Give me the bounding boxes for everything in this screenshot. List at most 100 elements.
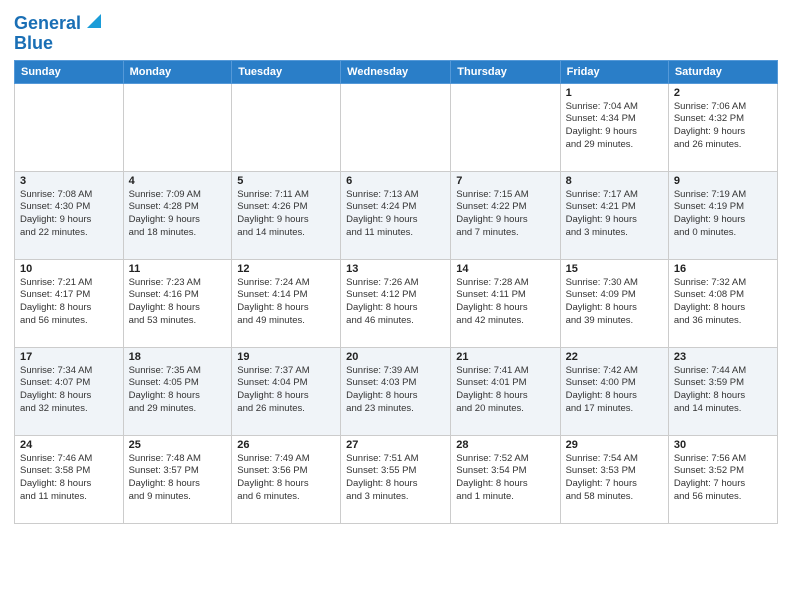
calendar-cell: 1Sunrise: 7:04 AM Sunset: 4:34 PM Daylig… xyxy=(560,83,668,171)
day-number: 27 xyxy=(346,439,445,451)
day-number: 30 xyxy=(674,439,772,451)
calendar-cell xyxy=(232,83,341,171)
day-number: 29 xyxy=(566,439,663,451)
calendar-cell: 21 Sunrise: 7:41 AM Sunset: 4:01 PM Dayli… xyxy=(451,347,560,435)
week-row-3: 10 Sunrise: 7:21 AM Sunset: 4:17 PM Dayli… xyxy=(15,259,778,347)
calendar-cell: 2Sunrise: 7:06 AM Sunset: 4:32 PM Daylig… xyxy=(668,83,777,171)
day-number: 18 xyxy=(129,351,227,363)
day-info: Sunrise: 7:08 AM Sunset: 4:30 PM Dayligh… xyxy=(20,189,118,240)
day-number: 9 xyxy=(674,175,772,187)
weekday-header-monday: Monday xyxy=(123,60,232,83)
day-info: Sunrise: 7:15 AM Sunset: 4:22 PM Dayligh… xyxy=(456,189,554,240)
day-number: 21 xyxy=(456,351,554,363)
calendar-cell: 3 Sunrise: 7:08 AM Sunset: 4:30 PM Daylig… xyxy=(15,171,124,259)
calendar-cell xyxy=(123,83,232,171)
calendar-cell: 25Sunrise: 7:48 AM Sunset: 3:57 PM Dayli… xyxy=(123,435,232,523)
calendar-cell: 27 Sunrise: 7:51 AM Sunset: 3:55 PM Dayli… xyxy=(341,435,451,523)
weekday-header-sunday: Sunday xyxy=(15,60,124,83)
day-number: 24 xyxy=(20,439,118,451)
calendar-cell: 6 Sunrise: 7:13 AM Sunset: 4:24 PM Daylig… xyxy=(341,171,451,259)
calendar-cell: 22 Sunrise: 7:42 AM Sunset: 4:00 PM Dayli… xyxy=(560,347,668,435)
day-info: Sunrise: 7:54 AM Sunset: 3:53 PM Dayligh… xyxy=(566,453,663,504)
day-number: 10 xyxy=(20,263,118,275)
calendar-cell: 13 Sunrise: 7:26 AM Sunset: 4:12 PM Dayli… xyxy=(341,259,451,347)
weekday-header-saturday: Saturday xyxy=(668,60,777,83)
calendar-cell: 16 Sunrise: 7:32 AM Sunset: 4:08 PM Dayli… xyxy=(668,259,777,347)
calendar-cell: 8 Sunrise: 7:17 AM Sunset: 4:21 PM Daylig… xyxy=(560,171,668,259)
calendar-cell: 28Sunrise: 7:52 AM Sunset: 3:54 PM Dayli… xyxy=(451,435,560,523)
day-info: Sunrise: 7:17 AM Sunset: 4:21 PM Dayligh… xyxy=(566,189,663,240)
day-info: Sunrise: 7:26 AM Sunset: 4:12 PM Dayligh… xyxy=(346,277,445,328)
calendar-cell: 5Sunrise: 7:11 AM Sunset: 4:26 PM Daylig… xyxy=(232,171,341,259)
calendar-cell: 14Sunrise: 7:28 AM Sunset: 4:11 PM Dayli… xyxy=(451,259,560,347)
calendar-cell: 19 Sunrise: 7:37 AM Sunset: 4:04 PM Dayli… xyxy=(232,347,341,435)
calendar-cell: 17Sunrise: 7:34 AM Sunset: 4:07 PM Dayli… xyxy=(15,347,124,435)
day-info: Sunrise: 7:30 AM Sunset: 4:09 PM Dayligh… xyxy=(566,277,663,328)
calendar-cell: 30 Sunrise: 7:56 AM Sunset: 3:52 PM Dayli… xyxy=(668,435,777,523)
calendar-cell: 11 Sunrise: 7:23 AM Sunset: 4:16 PM Dayli… xyxy=(123,259,232,347)
day-info: Sunrise: 7:24 AM Sunset: 4:14 PM Dayligh… xyxy=(237,277,335,328)
day-number: 15 xyxy=(566,263,663,275)
day-info: Sunrise: 7:13 AM Sunset: 4:24 PM Dayligh… xyxy=(346,189,445,240)
day-info: Sunrise: 7:19 AM Sunset: 4:19 PM Dayligh… xyxy=(674,189,772,240)
weekday-header-thursday: Thursday xyxy=(451,60,560,83)
day-info: Sunrise: 7:21 AM Sunset: 4:17 PM Dayligh… xyxy=(20,277,118,328)
weekday-header-row: SundayMondayTuesdayWednesdayThursdayFrid… xyxy=(15,60,778,83)
day-info: Sunrise: 7:44 AM Sunset: 3:59 PM Dayligh… xyxy=(674,365,772,416)
day-info: Sunrise: 7:32 AM Sunset: 4:08 PM Dayligh… xyxy=(674,277,772,328)
calendar-cell xyxy=(451,83,560,171)
day-number: 13 xyxy=(346,263,445,275)
day-number: 3 xyxy=(20,175,118,187)
calendar-cell: 15 Sunrise: 7:30 AM Sunset: 4:09 PM Dayli… xyxy=(560,259,668,347)
day-number: 6 xyxy=(346,175,445,187)
calendar-cell: 12Sunrise: 7:24 AM Sunset: 4:14 PM Dayli… xyxy=(232,259,341,347)
calendar-cell: 29 Sunrise: 7:54 AM Sunset: 3:53 PM Dayli… xyxy=(560,435,668,523)
day-info: Sunrise: 7:46 AM Sunset: 3:58 PM Dayligh… xyxy=(20,453,118,504)
calendar-cell: 20 Sunrise: 7:39 AM Sunset: 4:03 PM Dayli… xyxy=(341,347,451,435)
day-number: 25 xyxy=(129,439,227,451)
day-number: 26 xyxy=(237,439,335,451)
calendar-body: 1Sunrise: 7:04 AM Sunset: 4:34 PM Daylig… xyxy=(15,83,778,523)
calendar-cell: 18 Sunrise: 7:35 AM Sunset: 4:05 PM Dayli… xyxy=(123,347,232,435)
logo-icon xyxy=(83,10,105,32)
calendar-cell: 9 Sunrise: 7:19 AM Sunset: 4:19 PM Daylig… xyxy=(668,171,777,259)
day-info: Sunrise: 7:42 AM Sunset: 4:00 PM Dayligh… xyxy=(566,365,663,416)
day-info: Sunrise: 7:39 AM Sunset: 4:03 PM Dayligh… xyxy=(346,365,445,416)
day-number: 19 xyxy=(237,351,335,363)
logo: General Blue xyxy=(14,14,105,54)
calendar-cell xyxy=(341,83,451,171)
weekday-header-friday: Friday xyxy=(560,60,668,83)
day-info: Sunrise: 7:37 AM Sunset: 4:04 PM Dayligh… xyxy=(237,365,335,416)
day-number: 16 xyxy=(674,263,772,275)
calendar-cell: 4Sunrise: 7:09 AM Sunset: 4:28 PM Daylig… xyxy=(123,171,232,259)
day-info: Sunrise: 7:52 AM Sunset: 3:54 PM Dayligh… xyxy=(456,453,554,504)
day-number: 20 xyxy=(346,351,445,363)
page: General Blue SundayMondayTuesdayWednesda… xyxy=(0,0,792,612)
day-number: 14 xyxy=(456,263,554,275)
day-number: 11 xyxy=(129,263,227,275)
day-info: Sunrise: 7:49 AM Sunset: 3:56 PM Dayligh… xyxy=(237,453,335,504)
day-number: 23 xyxy=(674,351,772,363)
day-info: Sunrise: 7:34 AM Sunset: 4:07 PM Dayligh… xyxy=(20,365,118,416)
day-number: 5 xyxy=(237,175,335,187)
calendar-cell: 7 Sunrise: 7:15 AM Sunset: 4:22 PM Daylig… xyxy=(451,171,560,259)
week-row-5: 24 Sunrise: 7:46 AM Sunset: 3:58 PM Dayli… xyxy=(15,435,778,523)
day-info: Sunrise: 7:51 AM Sunset: 3:55 PM Dayligh… xyxy=(346,453,445,504)
logo-text: General xyxy=(14,14,81,34)
logo-text2: Blue xyxy=(14,34,53,54)
day-number: 2 xyxy=(674,87,772,99)
calendar-cell: 10 Sunrise: 7:21 AM Sunset: 4:17 PM Dayli… xyxy=(15,259,124,347)
day-info: Sunrise: 7:09 AM Sunset: 4:28 PM Dayligh… xyxy=(129,189,227,240)
calendar-cell xyxy=(15,83,124,171)
day-info: Sunrise: 7:41 AM Sunset: 4:01 PM Dayligh… xyxy=(456,365,554,416)
day-number: 1 xyxy=(566,87,663,99)
day-number: 8 xyxy=(566,175,663,187)
day-info: Sunrise: 7:35 AM Sunset: 4:05 PM Dayligh… xyxy=(129,365,227,416)
calendar-cell: 23 Sunrise: 7:44 AM Sunset: 3:59 PM Dayli… xyxy=(668,347,777,435)
week-row-2: 3 Sunrise: 7:08 AM Sunset: 4:30 PM Daylig… xyxy=(15,171,778,259)
day-info: Sunrise: 7:56 AM Sunset: 3:52 PM Dayligh… xyxy=(674,453,772,504)
day-info: Sunrise: 7:23 AM Sunset: 4:16 PM Dayligh… xyxy=(129,277,227,328)
day-number: 7 xyxy=(456,175,554,187)
calendar-cell: 26 Sunrise: 7:49 AM Sunset: 3:56 PM Dayli… xyxy=(232,435,341,523)
day-number: 22 xyxy=(566,351,663,363)
